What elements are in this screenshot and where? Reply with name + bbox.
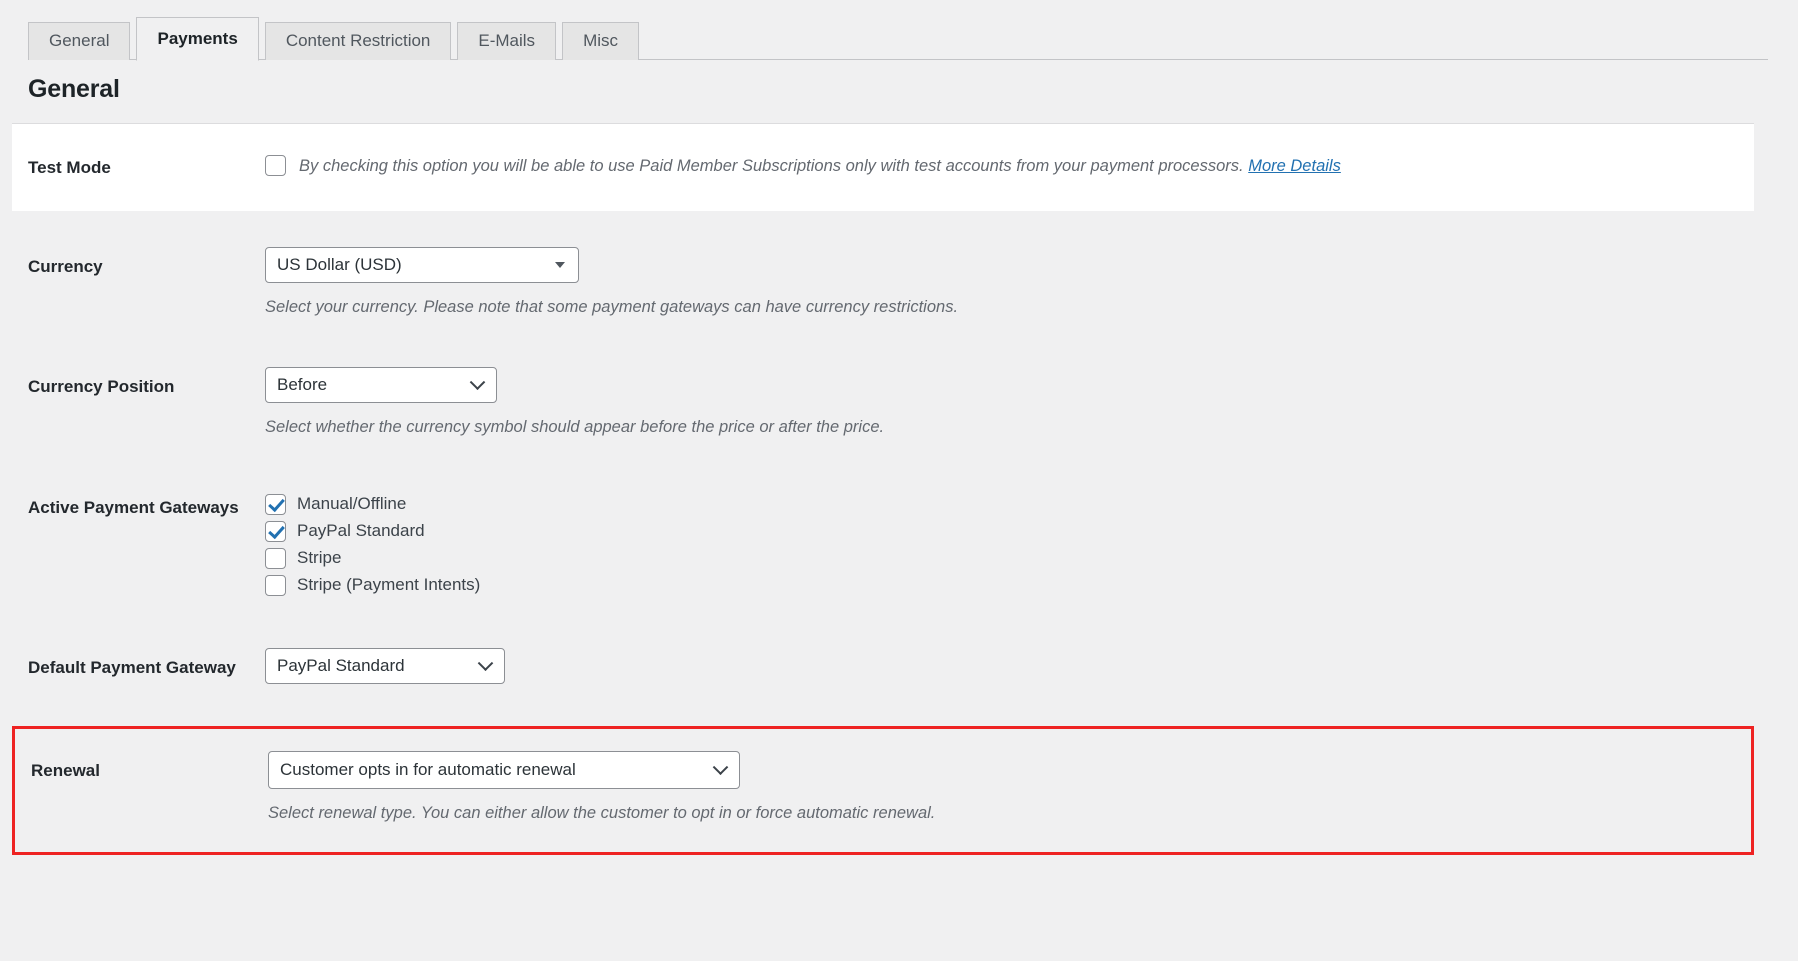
field-currency: US Dollar (USD) Select your currency. Pl… (265, 246, 1754, 320)
label-manual-offline: Manual/Offline (297, 494, 407, 514)
currency-description: Select your currency. Please note that s… (265, 297, 959, 316)
label-renewal: Renewal (31, 761, 100, 781)
label-stripe-payment-intents: Stripe (Payment Intents) (297, 575, 481, 595)
tab-general[interactable]: General (28, 22, 131, 60)
currency-select-value: US Dollar (USD) (277, 254, 402, 274)
label-default-payment-gateway: Default Payment Gateway (28, 658, 236, 678)
test-mode-control: By checking this option you will be able… (265, 154, 1734, 179)
default-payment-gateway-select-value: PayPal Standard (277, 656, 405, 676)
renewal-select-wrap: Customer opts in for automatic renewal S… (268, 751, 1731, 826)
tab-content-restriction[interactable]: Content Restriction (264, 22, 452, 60)
settings-tab-bar: General Payments Content Restriction E-M… (0, 0, 1798, 61)
row-test-mode: Test Mode By checking this option you wi… (12, 123, 1754, 211)
chevron-down-icon (555, 261, 565, 268)
test-mode-description: By checking this option you will be able… (299, 154, 1341, 179)
tab-emails[interactable]: E-Mails (457, 22, 557, 60)
renewal-select-value: Customer opts in for automatic renewal (280, 760, 576, 780)
currency-position-select-value: Before (277, 375, 328, 395)
settings-form: Test Mode By checking this option you wi… (12, 123, 1754, 855)
settings-page: General Payments Content Restriction E-M… (0, 0, 1798, 961)
currency-position-description: Select whether the currency symbol shoul… (265, 418, 885, 437)
page-title: General (28, 75, 120, 103)
checkbox-stripe[interactable] (265, 548, 286, 570)
label-active-payment-gateways: Active Payment Gateways (28, 498, 239, 518)
gateway-option-stripe[interactable]: Stripe (265, 548, 1734, 570)
default-payment-gateway-select[interactable]: PayPal Standard (265, 648, 505, 685)
chevron-down-icon (477, 655, 494, 672)
currency-position-select-wrap: Before Select whether the currency symbo… (265, 367, 1734, 440)
more-details-link[interactable]: More Details (1248, 157, 1341, 175)
currency-position-select[interactable]: Before (265, 367, 497, 404)
row-active-payment-gateways: Active Payment Gateways Manual/Offline P… (12, 440, 1754, 597)
currency-select[interactable]: US Dollar (USD) (265, 246, 579, 283)
checkbox-manual-offline[interactable] (265, 494, 286, 516)
label-test-mode: Test Mode (28, 158, 111, 177)
tab-payments[interactable]: Payments (136, 17, 259, 61)
row-default-payment-gateway: Default Payment Gateway PayPal Standard (12, 596, 1754, 685)
label-currency-position: Currency Position (28, 377, 175, 397)
field-active-payment-gateways: Manual/Offline PayPal Standard Stripe St… (265, 494, 1754, 597)
label-paypal-standard: PayPal Standard (297, 521, 425, 541)
row-currency-position: Currency Position Before Select whether … (12, 319, 1754, 440)
gateway-option-stripe-payment-intents[interactable]: Stripe (Payment Intents) (265, 575, 1734, 597)
field-currency-position: Before Select whether the currency symbo… (265, 367, 1754, 440)
renewal-description: Select renewal type. You can either allo… (268, 804, 936, 823)
chevron-down-icon (712, 759, 729, 776)
test-mode-description-text: By checking this option you will be able… (299, 157, 1244, 175)
test-mode-checkbox[interactable] (265, 155, 286, 176)
field-default-payment-gateway: PayPal Standard (265, 648, 1754, 685)
chevron-down-icon (469, 374, 486, 391)
field-renewal: Customer opts in for automatic renewal S… (268, 751, 1751, 826)
checkbox-paypal-standard[interactable] (265, 521, 286, 543)
gateway-option-manual-offline[interactable]: Manual/Offline (265, 494, 1734, 516)
label-currency: Currency (28, 256, 103, 276)
currency-select-wrap: US Dollar (USD) Select your currency. Pl… (265, 246, 1734, 320)
gateway-option-paypal-standard[interactable]: PayPal Standard (265, 521, 1734, 543)
field-test-mode: By checking this option you will be able… (265, 154, 1754, 179)
renewal-select[interactable]: Customer opts in for automatic renewal (268, 751, 740, 790)
checkbox-stripe-payment-intents[interactable] (265, 575, 286, 597)
row-renewal: Renewal Customer opts in for automatic r… (12, 726, 1754, 855)
label-stripe: Stripe (297, 548, 342, 568)
row-currency: Currency US Dollar (USD) Select your cur… (12, 211, 1754, 320)
tab-misc[interactable]: Misc (562, 22, 640, 60)
